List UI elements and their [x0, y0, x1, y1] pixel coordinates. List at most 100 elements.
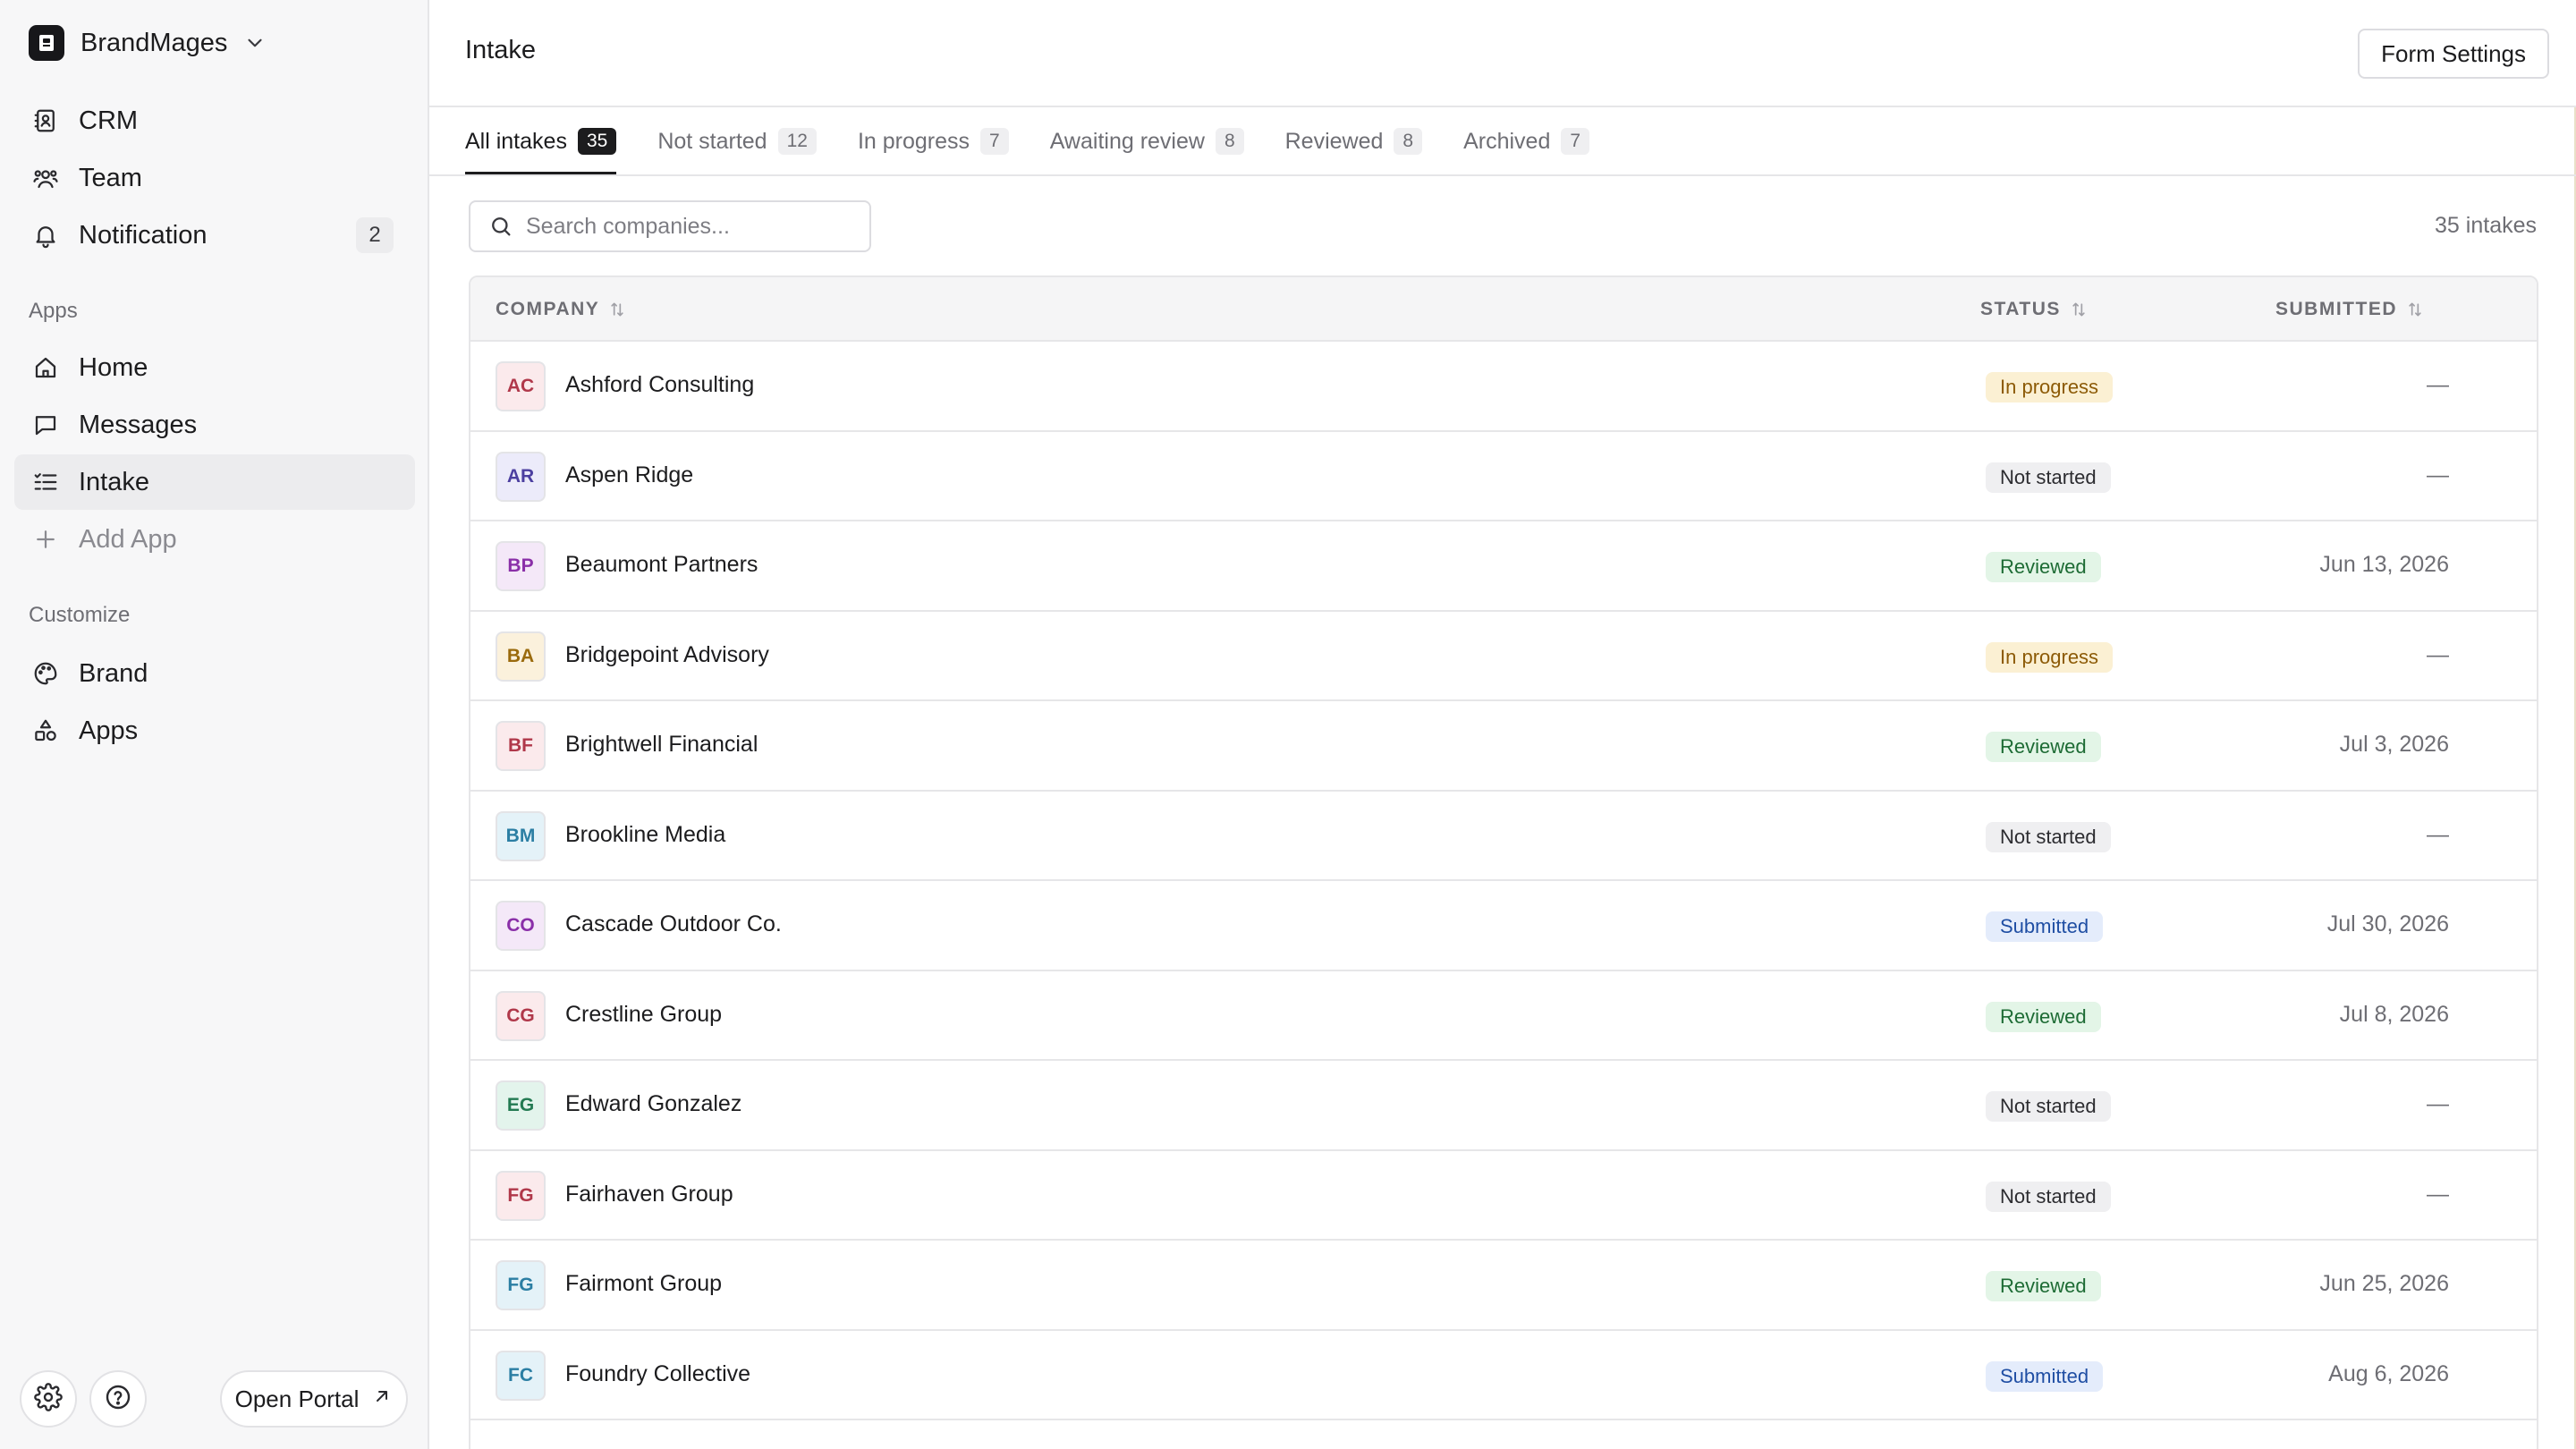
tabs-divider [429, 174, 2576, 176]
company-avatar: BF [496, 721, 546, 771]
tab-in-progress[interactable]: In progress 7 [858, 107, 1009, 175]
app-root: BrandMages CRM Team Notification 2 Apps … [0, 0, 2576, 1449]
sidebar-item-label: Intake [79, 467, 149, 496]
status-badge: Reviewed [1986, 732, 2101, 762]
company-avatar: BP [496, 541, 546, 591]
submitted-date: Jul 3, 2026 [2339, 732, 2449, 757]
contacts-book-icon [30, 106, 61, 136]
column-header-company[interactable]: COMPANY [496, 277, 626, 342]
company-avatar: EG [496, 1080, 546, 1131]
table-row[interactable]: CG Crestline Group Reviewed Jul 8, 2026 [470, 971, 2537, 1061]
table-row[interactable]: AC Ashford Consulting In progress — [470, 342, 2537, 432]
sidebar-item-messages[interactable]: Messages [14, 397, 415, 453]
top-bar: Intake Form Settings [429, 0, 2576, 107]
column-header-submitted[interactable]: SUBMITTED [2275, 277, 2424, 342]
shapes-icon [30, 716, 61, 746]
tab-not-started[interactable]: Not started 12 [657, 107, 817, 175]
table-body: AC Ashford Consulting In progress — AR A… [470, 342, 2537, 1420]
workspace-logo-icon [29, 25, 64, 61]
company-name: Cascade Outdoor Co. [565, 911, 782, 936]
company-avatar: CO [496, 901, 546, 951]
table-row[interactable]: FG Fairmont Group Reviewed Jun 25, 2026 [470, 1241, 2537, 1331]
page-title: Intake [465, 36, 536, 64]
tab-label: Reviewed [1284, 128, 1384, 154]
table-row[interactable]: FG Fairhaven Group Not started — [470, 1151, 2537, 1241]
tab-all-intakes[interactable]: All intakes 35 [465, 107, 617, 175]
column-header-status[interactable]: STATUS [1980, 277, 2088, 342]
form-settings-button[interactable]: Form Settings [2358, 29, 2549, 79]
sidebar-item-label: Add App [79, 524, 177, 554]
table-header: COMPANY STATUS SUBMITTED [470, 277, 2537, 342]
company-avatar: AC [496, 361, 546, 411]
status-badge: Reviewed [1986, 1271, 2101, 1301]
table-row[interactable]: BM Brookline Media Not started — [470, 792, 2537, 881]
tab-label: Not started [657, 128, 767, 154]
tab-archived[interactable]: Archived 7 [1463, 107, 1590, 175]
tab-count-badge: 7 [1561, 128, 1590, 155]
sidebar-item-label: Notification [79, 220, 208, 250]
sort-icon [608, 301, 626, 318]
section-label-customize: Customize [29, 603, 131, 627]
submitted-date: — [2427, 641, 2449, 667]
notification-count-badge: 2 [356, 217, 394, 253]
tab-reviewed[interactable]: Reviewed 8 [1284, 107, 1423, 175]
company-avatar: BM [496, 810, 546, 861]
table-row[interactable]: AR Aspen Ridge Not started — [470, 432, 2537, 521]
table-row[interactable]: CO Cascade Outdoor Co. Submitted Jul 30,… [470, 881, 2537, 971]
sidebar-item-label: CRM [79, 106, 139, 135]
workspace-switcher[interactable]: BrandMages [29, 23, 267, 63]
open-portal-button[interactable]: Open Portal [220, 1370, 408, 1428]
status-badge: Not started [1986, 462, 2111, 493]
sidebar-item-team[interactable]: Team [14, 150, 415, 206]
status-badge: In progress [1986, 372, 2114, 402]
tab-label: All intakes [465, 128, 567, 154]
table-row[interactable]: BA Bridgepoint Advisory In progress — [470, 612, 2537, 701]
home-icon [30, 352, 61, 383]
status-badge: Submitted [1986, 911, 2104, 942]
company-avatar: FG [496, 1260, 546, 1310]
search-box [469, 200, 871, 252]
submitted-date: — [2427, 821, 2449, 847]
sidebar-item-crm[interactable]: CRM [14, 93, 415, 148]
submitted-date: Jul 8, 2026 [2339, 1001, 2449, 1027]
main-content: Intake Form Settings All intakes 35 Not … [429, 0, 2576, 1449]
table-row[interactable]: EG Edward Gonzalez Not started — [470, 1061, 2537, 1151]
table-row[interactable]: BP Beaumont Partners Reviewed Jun 13, 20… [470, 521, 2537, 612]
bell-icon [30, 220, 61, 250]
settings-button[interactable] [20, 1370, 77, 1428]
intake-count-text: 35 intakes [2435, 213, 2537, 238]
submitted-date: — [2427, 372, 2449, 397]
status-badge: Not started [1986, 821, 2111, 852]
sidebar-item-notification[interactable]: Notification 2 [14, 208, 415, 263]
sidebar-item-home[interactable]: Home [14, 340, 415, 395]
plus-icon [30, 524, 61, 555]
submitted-date: — [2427, 1091, 2449, 1116]
table-row[interactable]: FC Foundry Collective Submitted Aug 6, 2… [470, 1331, 2537, 1420]
company-avatar: FC [496, 1350, 546, 1401]
company-name: Aspen Ridge [565, 462, 694, 487]
company-avatar: CG [496, 990, 546, 1041]
tab-count-badge: 12 [777, 128, 817, 155]
submitted-date: — [2427, 1181, 2449, 1207]
tab-count-badge: 35 [577, 128, 617, 155]
sort-icon [2406, 301, 2424, 318]
search-input[interactable] [526, 208, 857, 244]
help-button[interactable] [89, 1370, 147, 1428]
tab-count-badge: 8 [1215, 128, 1244, 155]
sidebar-item-intake[interactable]: Intake [14, 454, 415, 510]
company-avatar: AR [496, 451, 546, 502]
list-check-icon [30, 467, 61, 497]
sidebar-item-add-app[interactable]: Add App [14, 512, 415, 567]
sidebar-item-brand[interactable]: Brand [14, 646, 415, 701]
tab-awaiting-review[interactable]: Awaiting review 8 [1050, 107, 1244, 175]
company-avatar: FG [496, 1170, 546, 1221]
submitted-date: Jun 25, 2026 [2319, 1271, 2449, 1296]
submitted-date: Jul 30, 2026 [2326, 911, 2449, 936]
sidebar-item-apps[interactable]: Apps [14, 703, 415, 758]
status-badge: Not started [1986, 1091, 2111, 1122]
company-name: Bridgepoint Advisory [565, 641, 769, 667]
table-row[interactable]: BF Brightwell Financial Reviewed Jul 3, … [470, 701, 2537, 792]
tab-label: Archived [1463, 128, 1551, 154]
open-portal-label: Open Portal [234, 1385, 360, 1412]
arrow-up-right-icon [371, 1385, 393, 1413]
